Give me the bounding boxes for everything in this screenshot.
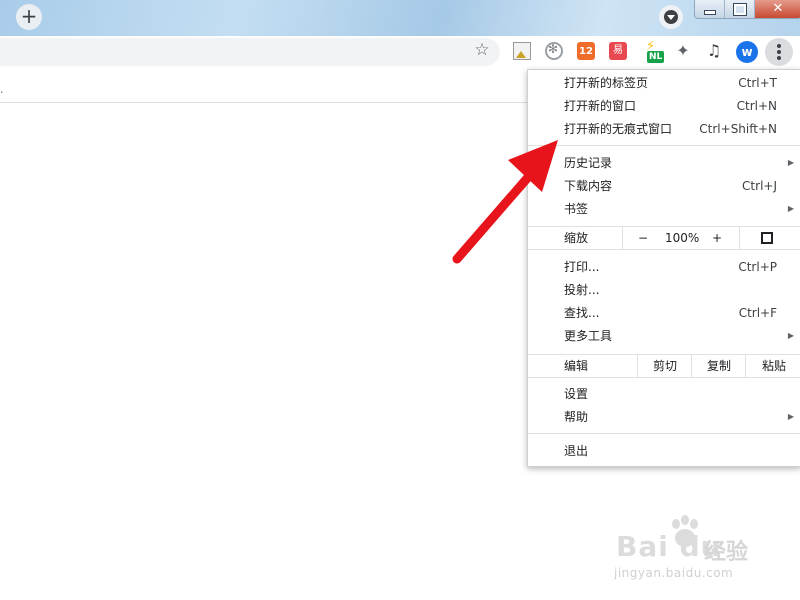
watermark-url: jingyan.baidu.com [614, 566, 734, 580]
arrow-shaft [452, 170, 535, 264]
arrow-head [508, 140, 558, 192]
watermark-cn: 经验 [704, 540, 749, 565]
annotation-arrow [452, 140, 558, 264]
watermark: Bai du 经验 jingyan.baidu.com [612, 514, 762, 584]
